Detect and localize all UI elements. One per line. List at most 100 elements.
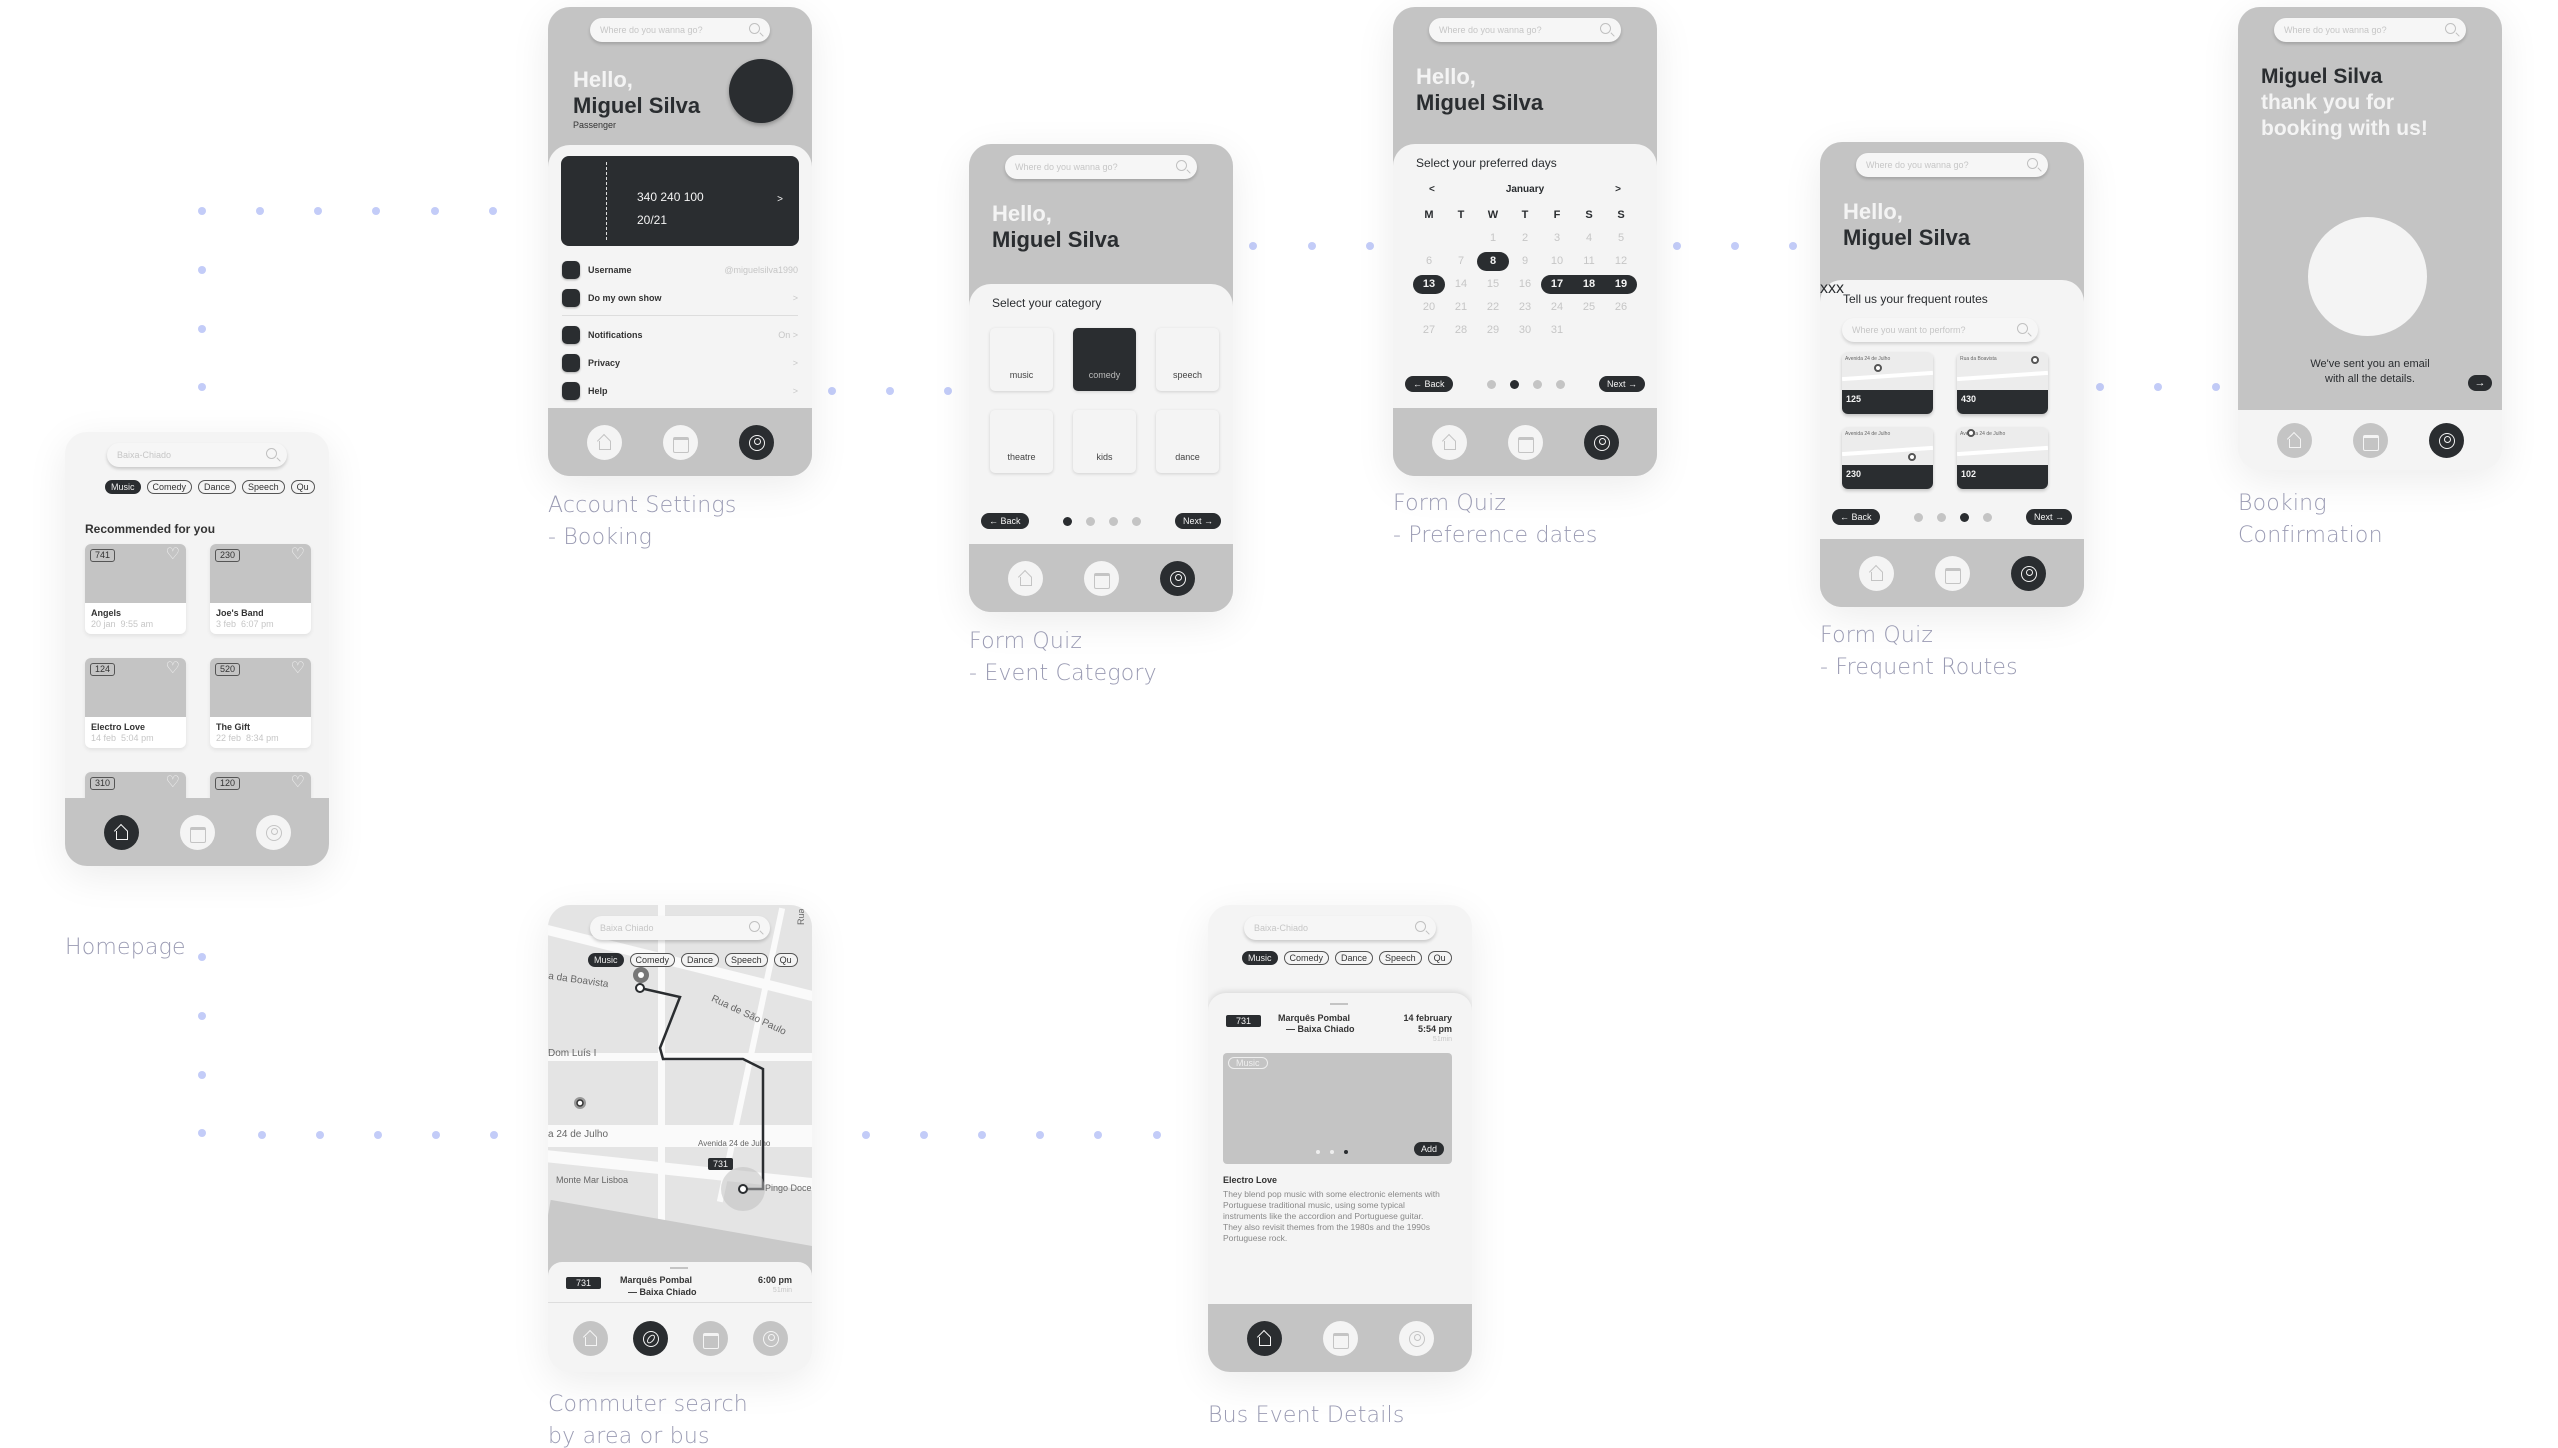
category-option-kids[interactable]: kids: [1073, 410, 1136, 473]
nav-calendar[interactable]: [1322, 1320, 1358, 1356]
route-card[interactable]: Avenida 24 de Julho 230: [1842, 427, 1933, 489]
setting-help[interactable]: Help >: [562, 380, 798, 402]
avatar[interactable]: [729, 59, 793, 123]
nav-home[interactable]: [1007, 560, 1043, 596]
calendar-day[interactable]: 19: [1605, 275, 1637, 294]
chip-comedy[interactable]: Comedy: [629, 953, 676, 967]
search-input[interactable]: Where do you wanna go?: [1856, 153, 2048, 177]
nav-calendar[interactable]: [179, 814, 215, 850]
search-input[interactable]: Where do you wanna go?: [2274, 18, 2466, 42]
nav-explore[interactable]: [632, 1320, 668, 1356]
event-card[interactable]: 124 ♡ Electro Love 14 feb 5:04 pm: [85, 658, 186, 748]
calendar-day[interactable]: 24: [1541, 298, 1573, 317]
nav-profile[interactable]: [738, 424, 774, 460]
nav-home[interactable]: [1246, 1320, 1282, 1356]
back-button[interactable]: ← Back: [1832, 509, 1880, 525]
calendar-day[interactable]: 9: [1509, 252, 1541, 271]
category-option-theatre[interactable]: theatre: [990, 410, 1053, 473]
nav-home[interactable]: [103, 814, 139, 850]
nav-calendar[interactable]: [2352, 422, 2388, 458]
chip-more[interactable]: Qu: [773, 953, 798, 967]
route-card[interactable]: Rua da Boavista 430: [1957, 352, 2048, 414]
calendar-day[interactable]: 23: [1509, 298, 1541, 317]
calendar-day[interactable]: 8: [1477, 252, 1509, 271]
back-button[interactable]: ← Back: [1405, 376, 1453, 392]
next-button[interactable]: Next →: [1598, 376, 1645, 392]
calendar-day[interactable]: 10: [1541, 252, 1573, 271]
chip-comedy[interactable]: Comedy: [146, 480, 193, 494]
setting-own-show[interactable]: Do my own show >: [562, 287, 798, 309]
bus-pass-card[interactable]: 340 240 100 20/21 >: [561, 156, 799, 246]
chip-speech[interactable]: Speech: [725, 953, 768, 967]
chip-comedy[interactable]: Comedy: [1283, 951, 1330, 965]
category-option-speech[interactable]: speech: [1156, 328, 1219, 391]
bus-marker[interactable]: 731: [708, 1158, 734, 1170]
category-option-dance[interactable]: dance: [1156, 410, 1219, 473]
continue-button[interactable]: →: [2468, 375, 2492, 391]
calendar-day[interactable]: 30: [1509, 321, 1541, 340]
category-option-music[interactable]: music: [990, 328, 1053, 391]
calendar-day[interactable]: 27: [1413, 321, 1445, 340]
calendar-day[interactable]: 17: [1541, 275, 1573, 294]
nav-home[interactable]: [572, 1320, 608, 1356]
event-card[interactable]: 520 ♡ The Gift 22 feb 8:34 pm: [210, 658, 311, 748]
search-input[interactable]: Baixa Chiado: [590, 916, 770, 940]
nav-home[interactable]: [586, 424, 622, 460]
chip-dance[interactable]: Dance: [198, 480, 237, 494]
setting-username[interactable]: Username @miguelsilva1990: [562, 259, 798, 281]
prev-month-button[interactable]: <: [1429, 184, 1435, 195]
heart-icon[interactable]: ♡: [291, 547, 305, 563]
calendar-day[interactable]: 25: [1573, 298, 1605, 317]
route-search-input[interactable]: Where you want to perform?: [1842, 318, 2038, 342]
next-button[interactable]: Next →: [1174, 513, 1221, 529]
search-input[interactable]: Where do you wanna go?: [590, 18, 770, 42]
nav-home[interactable]: [2276, 422, 2312, 458]
chip-dance[interactable]: Dance: [1335, 951, 1374, 965]
calendar-day[interactable]: 13: [1413, 275, 1445, 294]
calendar-day[interactable]: 2: [1509, 229, 1541, 248]
calendar-day[interactable]: 20: [1413, 298, 1445, 317]
remove-route-button[interactable]: x: [1828, 280, 1836, 297]
search-input[interactable]: Baixa-Chiado: [1244, 916, 1436, 940]
search-input[interactable]: Where do you wanna go?: [1429, 18, 1621, 42]
search-input[interactable]: Baixa-Chiado: [107, 443, 287, 467]
nav-profile[interactable]: [1159, 560, 1195, 596]
route-card[interactable]: Avenida 24 de Julho 125: [1842, 352, 1933, 414]
remove-route-button[interactable]: x: [1820, 280, 1828, 297]
heart-icon[interactable]: ♡: [166, 547, 180, 563]
heart-icon[interactable]: ♡: [166, 775, 180, 791]
drag-handle[interactable]: [670, 1267, 688, 1269]
chip-music[interactable]: Music: [1242, 951, 1278, 965]
calendar-day[interactable]: 1: [1477, 229, 1509, 248]
chip-music[interactable]: Music: [588, 953, 624, 967]
chip-more[interactable]: Qu: [1427, 951, 1452, 965]
event-image-carousel[interactable]: Music Add: [1223, 1053, 1452, 1164]
category-option-comedy[interactable]: comedy: [1073, 328, 1136, 391]
calendar-day[interactable]: 5: [1605, 229, 1637, 248]
calendar-day[interactable]: 22: [1477, 298, 1509, 317]
chip-dance[interactable]: Dance: [681, 953, 720, 967]
calendar-day[interactable]: 14: [1445, 275, 1477, 294]
calendar-day[interactable]: 18: [1573, 275, 1605, 294]
event-card[interactable]: 230 ♡ Joe's Band 3 feb 6:07 pm: [210, 544, 311, 634]
search-input[interactable]: Where do you wanna go?: [1005, 155, 1197, 179]
calendar-day[interactable]: 26: [1605, 298, 1637, 317]
calendar-day[interactable]: 11: [1573, 252, 1605, 271]
next-button[interactable]: Next →: [2025, 509, 2072, 525]
nav-profile[interactable]: [2428, 422, 2464, 458]
nav-profile[interactable]: [1398, 1320, 1434, 1356]
calendar-day[interactable]: 6: [1413, 252, 1445, 271]
nav-calendar[interactable]: [1507, 424, 1543, 460]
chip-music[interactable]: Music: [105, 480, 141, 494]
calendar-day[interactable]: 29: [1477, 321, 1509, 340]
setting-privacy[interactable]: Privacy >: [562, 352, 798, 374]
event-card[interactable]: 741 ♡ Angels 20 jan 9:55 am: [85, 544, 186, 634]
nav-profile[interactable]: [2010, 555, 2046, 591]
route-card[interactable]: Avenida 24 de Julho 102: [1957, 427, 2048, 489]
setting-notifications[interactable]: Notifications On >: [562, 324, 798, 346]
chip-speech[interactable]: Speech: [1379, 951, 1422, 965]
calendar-day[interactable]: 21: [1445, 298, 1477, 317]
add-button[interactable]: Add: [1413, 1142, 1444, 1156]
nav-calendar[interactable]: [1934, 555, 1970, 591]
nav-calendar[interactable]: [692, 1320, 728, 1356]
